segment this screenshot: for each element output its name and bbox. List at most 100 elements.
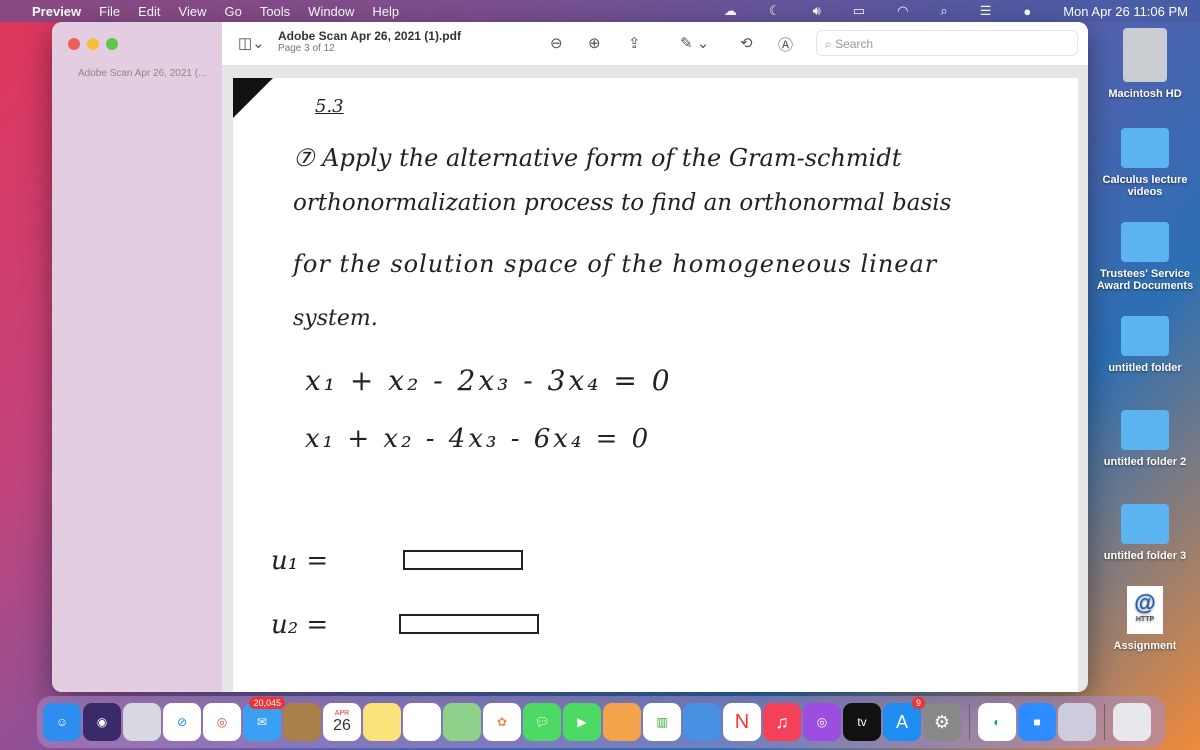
menu-preview[interactable]: Preview	[32, 4, 81, 19]
u1-label: u₁ =	[271, 546, 329, 576]
folder-icon	[1121, 222, 1169, 262]
minimize-button[interactable]	[87, 38, 99, 50]
dock-divider	[969, 704, 970, 740]
page-indicator: Page 3 of 12	[278, 43, 335, 54]
chrome-icon[interactable]: ◎	[203, 703, 241, 741]
u2-label: u₂ =	[271, 610, 329, 640]
keynote-icon[interactable]	[683, 703, 721, 741]
notes-icon[interactable]	[363, 703, 401, 741]
section-number: 5.3	[315, 96, 344, 117]
siri-icon[interactable]: ◉	[83, 703, 121, 741]
desktop-label: Trustees' Service Award Documents	[1096, 268, 1194, 292]
desktop-label: Macintosh HD	[1108, 88, 1182, 100]
spotlight-icon[interactable]: ⌕	[940, 3, 947, 19]
desktop-macintosh-hd[interactable]: Macintosh HD	[1090, 28, 1200, 100]
calendar-day: 26	[333, 716, 351, 734]
wifi-icon[interactable]: ◠	[897, 3, 908, 19]
menu-bar: Preview File Edit View Go Tools Window H…	[0, 0, 1200, 22]
scan-corner	[233, 78, 273, 118]
mail-badge: 20,045	[249, 697, 285, 709]
zoom-icon[interactable]: ■	[1018, 703, 1056, 741]
menu-help[interactable]: Help	[372, 4, 399, 19]
menu-window[interactable]: Window	[308, 4, 354, 19]
menu-view[interactable]: View	[179, 4, 207, 19]
problem-line-3: for the solution space of the homogeneou…	[293, 250, 938, 278]
webex-icon[interactable]: ◐	[978, 703, 1016, 741]
dock: ☺ ◉ ⊘ ◎ ✉ 20,045 APR 26 ✿ 💬︎ ▶ ▥ N ♫ ◎ tv …	[37, 696, 1165, 748]
share-icon[interactable]: ⇪	[628, 34, 641, 52]
music-icon[interactable]: ♫	[763, 703, 801, 741]
launchpad-icon[interactable]	[123, 703, 161, 741]
equation-1: x₁ + x₂ - 2x₃ - 3x₄ = 0	[305, 364, 673, 397]
numbers-icon[interactable]: ▥	[643, 703, 681, 741]
folder-icon	[1121, 410, 1169, 450]
folder-icon	[1121, 504, 1169, 544]
moon-icon[interactable]: ☾	[769, 3, 781, 19]
problem-line-2: orthonormalization process to find an or…	[293, 190, 952, 216]
desktop-label: untitled folder	[1108, 362, 1182, 374]
close-button[interactable]	[68, 38, 80, 50]
desktop-folder-untitled-3[interactable]: untitled folder 3	[1090, 504, 1200, 562]
photos-icon[interactable]: ✿	[483, 703, 521, 741]
search-input[interactable]: ⌕ Search	[816, 30, 1078, 56]
apple-tv-icon[interactable]: tv	[843, 703, 881, 741]
safari-icon[interactable]: ⊘	[163, 703, 201, 741]
news-icon[interactable]: N	[723, 703, 761, 741]
messages-icon[interactable]: 💬︎	[523, 703, 561, 741]
battery-icon[interactable]: ▭	[853, 3, 865, 19]
desktop-folder-calculus[interactable]: Calculus lecture videos	[1090, 128, 1200, 198]
u1-answer-box[interactable]	[403, 550, 523, 570]
document-title: Adobe Scan Apr 26, 2021 (1).pdf	[278, 29, 461, 43]
finder-icon[interactable]: ☺	[43, 703, 81, 741]
menu-file[interactable]: File	[99, 4, 120, 19]
zoom-in-icon[interactable]: ⊕	[588, 34, 601, 52]
search-placeholder: Search	[835, 37, 874, 51]
preview-window: Adobe Scan Apr 26, 2021 (... ◫⌄ Adobe Sc…	[52, 22, 1088, 692]
preview-icon[interactable]	[1058, 703, 1096, 741]
sidebar-toggle-icon[interactable]: ◫⌄	[238, 34, 265, 52]
desktop-folder-trustees[interactable]: Trustees' Service Award Documents	[1090, 222, 1200, 292]
hard-drive-icon	[1123, 28, 1167, 82]
rotate-icon[interactable]: ⟲	[740, 34, 753, 52]
zoom-out-icon[interactable]: ⊖	[550, 34, 563, 52]
toolbar: ◫⌄ Adobe Scan Apr 26, 2021 (1).pdf Page …	[222, 22, 1088, 66]
sidebar-document[interactable]: Adobe Scan Apr 26, 2021 (...	[78, 68, 206, 79]
folder-icon	[1121, 316, 1169, 356]
annotate-icon[interactable]: Ⓐ	[778, 34, 793, 55]
system-preferences-icon[interactable]: ⚙	[923, 703, 961, 741]
sidebar: Adobe Scan Apr 26, 2021 (...	[52, 22, 222, 692]
contacts-icon[interactable]	[283, 703, 321, 741]
http-file-icon: @ HTTP	[1127, 586, 1163, 634]
control-center-icon[interactable]: ☰	[980, 3, 992, 19]
app-store-icon[interactable]: A9	[883, 697, 925, 741]
desktop-label: untitled folder 3	[1103, 550, 1187, 562]
pdf-page: 5.3 ⑦ Apply the alternative form of the …	[233, 78, 1078, 692]
reminders-icon[interactable]	[403, 703, 441, 741]
menu-edit[interactable]: Edit	[138, 4, 160, 19]
zoom-button[interactable]	[106, 38, 118, 50]
u2-answer-box[interactable]	[399, 614, 539, 634]
cloud-icon[interactable]: ☁	[724, 3, 737, 19]
menu-go[interactable]: Go	[224, 4, 241, 19]
equation-2: x₁ + x₂ - 4x₃ - 6x₄ = 0	[305, 424, 652, 454]
clock[interactable]: Mon Apr 26 11:06 PM	[1063, 4, 1188, 19]
desktop-label: untitled folder 2	[1103, 456, 1187, 468]
problem-line-1: ⑦ Apply the alternative form of the Gram…	[293, 144, 902, 172]
desktop-folder-untitled-2[interactable]: untitled folder 2	[1090, 410, 1200, 468]
desktop-folder-untitled[interactable]: untitled folder	[1090, 316, 1200, 374]
trash-icon[interactable]	[1113, 703, 1151, 741]
pages-icon[interactable]	[603, 703, 641, 741]
desktop-label: Assignment	[1113, 640, 1177, 652]
calendar-icon[interactable]: APR 26	[323, 703, 361, 741]
markup-pen-icon[interactable]: ✎ ⌄	[680, 34, 709, 52]
mail-icon[interactable]: ✉ 20,045	[243, 697, 285, 741]
menu-tools[interactable]: Tools	[260, 4, 290, 19]
siri-icon[interactable]: ●	[1023, 4, 1031, 19]
volume-icon[interactable]: 🔊︎	[813, 3, 821, 19]
tv-label: tv	[857, 715, 867, 729]
maps-icon[interactable]	[443, 703, 481, 741]
podcasts-icon[interactable]: ◎	[803, 703, 841, 741]
facetime-icon[interactable]: ▶	[563, 703, 601, 741]
desktop-file-assignment[interactable]: @ HTTP Assignment	[1090, 586, 1200, 652]
dock-divider	[1104, 704, 1105, 740]
